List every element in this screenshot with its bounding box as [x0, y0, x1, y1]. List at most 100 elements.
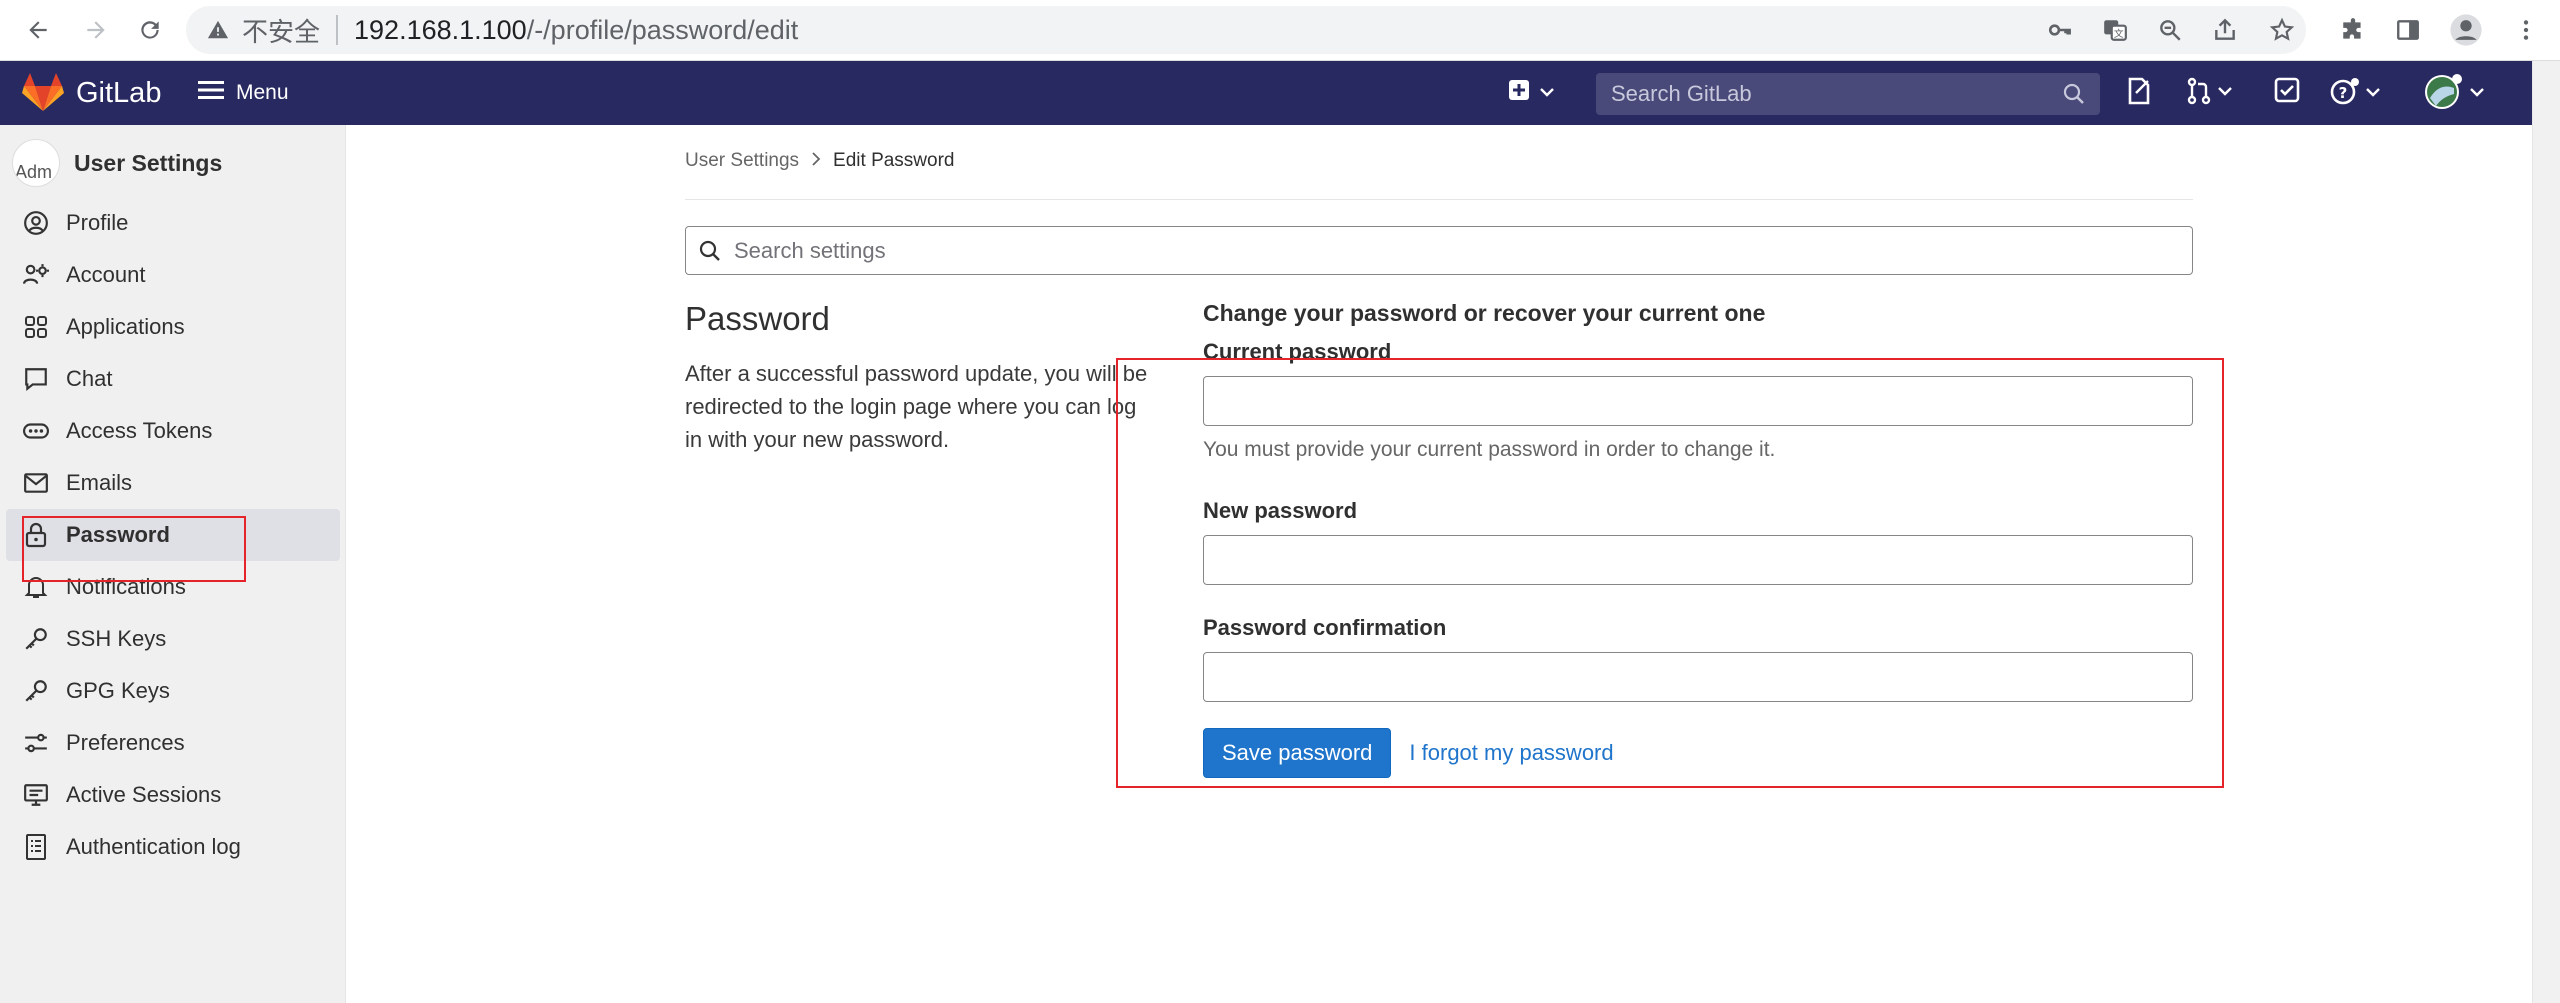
- sidebar-item-label: Chat: [66, 366, 113, 391]
- breadcrumb-current[interactable]: Edit Password: [833, 150, 954, 172]
- password-confirmation-label: Password confirmation: [1203, 615, 1447, 640]
- sidebar-item-notifications[interactable]: Notifications: [6, 561, 340, 613]
- browser-menu-icon[interactable]: [2506, 10, 2546, 50]
- section-description: After a successful password update, you …: [685, 361, 1148, 452]
- avatar: [2425, 74, 2462, 109]
- sidebar-item-ssh-keys[interactable]: SSH Keys: [6, 613, 340, 665]
- svg-text:?: ?: [2339, 84, 2348, 102]
- gitlab-logo-icon[interactable]: [22, 73, 64, 113]
- forgot-password-link[interactable]: I forgot my password: [1409, 740, 1613, 766]
- sidebar-item-emails[interactable]: Emails: [6, 457, 340, 509]
- warning-icon: [206, 18, 230, 42]
- menu-label: Menu: [236, 81, 289, 104]
- form-heading: Change your password or recover your cur…: [1203, 300, 1766, 326]
- sidebar-item-label: Authentication log: [66, 834, 241, 859]
- user-avatar-menu[interactable]: [2424, 72, 2484, 112]
- save-password-button[interactable]: Save password: [1203, 728, 1392, 778]
- gitlab-brand[interactable]: GitLab: [76, 77, 161, 110]
- browser-profile-icon[interactable]: [2446, 10, 2486, 50]
- hamburger-icon: [198, 80, 224, 106]
- gitlab-search[interactable]: [1596, 73, 2100, 115]
- password-confirmation-field[interactable]: [1203, 652, 2193, 702]
- sidebar-item-active-sessions[interactable]: Active Sessions: [6, 769, 340, 821]
- settings-search[interactable]: [685, 226, 2193, 275]
- breadcrumb-parent[interactable]: User Settings: [685, 150, 799, 172]
- sidebar-title: User Settings: [74, 149, 223, 176]
- sidebar-item-password[interactable]: Password: [6, 509, 340, 561]
- sidebar-item-label: Account: [66, 262, 146, 287]
- sidebar-item-applications[interactable]: Applications: [6, 301, 340, 353]
- issues-icon[interactable]: [2126, 77, 2152, 105]
- back-icon[interactable]: [18, 10, 58, 50]
- bell-icon: [22, 573, 50, 601]
- sidebar-item-label: Password: [66, 522, 170, 547]
- applications-icon: [22, 313, 50, 341]
- search-icon: [2062, 82, 2086, 111]
- settings-search-input[interactable]: [734, 237, 2134, 264]
- address-bar[interactable]: 不安全 192.168.1.100 /-/profile/password/ed…: [186, 6, 2306, 54]
- share-icon[interactable]: [2205, 10, 2245, 50]
- gitlab-top-nav: GitLab Menu ?: [0, 61, 2532, 125]
- new-password-label: New password: [1203, 498, 1358, 523]
- url-host: 192.168.1.100: [354, 14, 527, 45]
- chevron-down-icon: [1540, 84, 1554, 102]
- sidebar-item-label: Access Tokens: [66, 418, 213, 443]
- svg-text:文: 文: [2114, 27, 2124, 40]
- sidebar-item-label: GPG Keys: [66, 678, 170, 703]
- current-password-help: You must provide your current password i…: [1203, 438, 1776, 461]
- todos-icon[interactable]: [2274, 77, 2300, 103]
- plus-square-icon: [1508, 79, 1530, 106]
- insecure-label: 不安全: [242, 16, 321, 47]
- sidebar-item-label: Active Sessions: [66, 782, 222, 807]
- sidebar-header[interactable]: Adm User Settings: [12, 139, 222, 187]
- sidebar-item-profile[interactable]: Profile: [6, 197, 340, 249]
- zoom-icon[interactable]: [2150, 10, 2190, 50]
- settings-sidebar: Adm User Settings Profile Account Applic…: [0, 125, 346, 1003]
- monitor-icon: [22, 781, 50, 809]
- key-icon: [22, 625, 50, 653]
- current-password-label: Current password: [1203, 339, 1392, 364]
- new-password-field[interactable]: [1203, 535, 2193, 585]
- avatar: Adm: [12, 139, 60, 187]
- sidebar-item-account[interactable]: Account: [6, 249, 340, 301]
- help-icon[interactable]: ?: [2330, 77, 2380, 107]
- browser-toolbar: 不安全 192.168.1.100 /-/profile/password/ed…: [0, 0, 2560, 61]
- chat-icon: [22, 365, 50, 393]
- url-path: /-/profile/password/edit: [526, 14, 799, 45]
- password-key-icon[interactable]: [2040, 10, 2080, 50]
- gitlab-search-input[interactable]: [1596, 81, 2036, 107]
- sidebar-item-label: Notifications: [66, 574, 186, 599]
- sidebar-nav: Profile Account Applications Chat Access…: [6, 197, 340, 873]
- sidebar-item-authentication-log[interactable]: Authentication log: [6, 821, 340, 873]
- form-actions: Save password I forgot my password: [1203, 728, 2193, 778]
- forward-icon[interactable]: [76, 10, 116, 50]
- extensions-icon[interactable]: [2333, 10, 2373, 50]
- menu-button[interactable]: Menu: [198, 75, 289, 111]
- sidebar-item-preferences[interactable]: Preferences: [6, 717, 340, 769]
- breadcrumb-divider: [685, 199, 2193, 200]
- account-icon: [22, 261, 50, 289]
- page-scrollbar[interactable]: [2532, 61, 2560, 1003]
- create-new-button[interactable]: [1508, 79, 1554, 106]
- address-separator: [336, 15, 339, 45]
- sidebar-item-gpg-keys[interactable]: GPG Keys: [6, 665, 340, 717]
- search-icon: [698, 239, 722, 263]
- current-password-field[interactable]: [1203, 376, 2193, 426]
- merge-requests-icon[interactable]: [2186, 77, 2232, 105]
- section-title: Password: [685, 300, 830, 337]
- preferences-icon: [22, 729, 50, 757]
- sidebar-item-chat[interactable]: Chat: [6, 353, 340, 405]
- sidebar-item-label: SSH Keys: [66, 626, 167, 651]
- key-icon: [22, 677, 50, 705]
- sidebar-item-label: Preferences: [66, 730, 185, 755]
- sidebar-item-label: Applications: [66, 314, 185, 339]
- bookmark-star-icon[interactable]: [2262, 10, 2302, 50]
- translate-icon[interactable]: 文: [2095, 10, 2135, 50]
- sidebar-item-access-tokens[interactable]: Access Tokens: [6, 405, 340, 457]
- reload-icon[interactable]: [130, 10, 170, 50]
- password-form: Change your password or recover your cur…: [1203, 300, 2193, 778]
- envelope-icon: [22, 469, 50, 497]
- log-icon: [22, 833, 50, 861]
- breadcrumb: User Settings Edit Password: [685, 150, 955, 172]
- side-panel-icon[interactable]: [2388, 10, 2428, 50]
